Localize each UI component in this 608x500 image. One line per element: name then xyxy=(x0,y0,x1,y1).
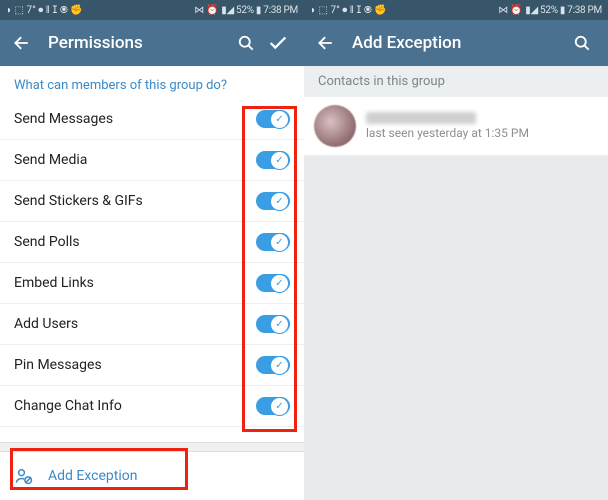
perm-label: Send Stickers & GIFs xyxy=(14,193,256,209)
toggle-send-messages[interactable] xyxy=(256,110,290,128)
perm-stickers[interactable]: Send Stickers & GIFs xyxy=(0,181,304,222)
app-bar: Permissions xyxy=(0,20,304,66)
perm-polls[interactable]: Send Polls xyxy=(0,222,304,263)
perm-label: Add Users xyxy=(14,316,256,332)
toggle-send-media[interactable] xyxy=(256,151,290,169)
perm-label: Change Chat Info xyxy=(14,398,256,414)
status-right-prefix: ⋈ ⏰ xyxy=(194,5,218,16)
add-exception-button[interactable]: Add Exception xyxy=(0,452,304,500)
status-right-text: ▮◢ 52% ▮ 7:38 PM xyxy=(525,5,602,16)
toggle-add-users[interactable] xyxy=(256,315,290,333)
perm-add-users[interactable]: Add Users xyxy=(0,304,304,345)
status-left-icons: ◗ ⬚ 7° ⏺ ‖ ⵊ ⦿ ✊ xyxy=(6,5,83,16)
status-bar: ◗ ⬚ 7° ⏺ ‖ ⵊ ⦿ ✊ ⋈ ⏰ ▮◢ 52% ▮ 7:38 PM xyxy=(304,0,608,20)
toggle-stickers[interactable] xyxy=(256,192,290,210)
back-button[interactable] xyxy=(10,31,34,55)
section-header: What can members of this group do? xyxy=(0,66,304,99)
search-button[interactable] xyxy=(230,33,262,53)
toggle-pin-messages[interactable] xyxy=(256,356,290,374)
status-left-icons: ◗ ⬚ 7° ⏺ ‖ ⵊ ⦿ ✊ xyxy=(310,5,387,16)
perm-embed-links[interactable]: Embed Links xyxy=(0,263,304,304)
perm-pin-messages[interactable]: Pin Messages xyxy=(0,345,304,386)
status-left: ◗ ⬚ 7° ⏺ ‖ ⵊ ⦿ ✊ xyxy=(310,5,387,16)
contact-name-blurred xyxy=(366,112,476,124)
page-title: Permissions xyxy=(48,33,230,53)
status-right: ⋈ ⏰ ▮◢ 52% ▮ 7:38 PM xyxy=(194,5,298,16)
toggle-polls[interactable] xyxy=(256,233,290,251)
toggle-change-chat-info[interactable] xyxy=(256,397,290,415)
perm-send-messages[interactable]: Send Messages xyxy=(0,99,304,140)
permissions-list: Send Messages Send Media Send Stickers &… xyxy=(0,99,304,442)
contact-status: last seen yesterday at 1:35 PM xyxy=(366,126,529,140)
status-bar: ◗ ⬚ 7° ⏺ ‖ ⵊ ⦿ ✊ ⋈ ⏰ ▮◢ 52% ▮ 7:38 PM xyxy=(0,0,304,20)
perm-send-media[interactable]: Send Media xyxy=(0,140,304,181)
perm-label: Send Polls xyxy=(14,234,256,250)
section-gap xyxy=(0,442,304,452)
status-left: ◗ ⬚ 7° ⏺ ‖ ⵊ ⦿ ✊ xyxy=(6,5,83,16)
empty-area xyxy=(304,156,608,500)
confirm-button[interactable] xyxy=(262,32,294,54)
perm-label: Send Media xyxy=(14,152,256,168)
status-right-prefix: ⋈ ⏰ xyxy=(498,5,522,16)
back-button[interactable] xyxy=(314,31,338,55)
permissions-screen: ◗ ⬚ 7° ⏺ ‖ ⵊ ⦿ ✊ ⋈ ⏰ ▮◢ 52% ▮ 7:38 PM Pe… xyxy=(0,0,304,500)
perm-change-chat-info[interactable]: Change Chat Info xyxy=(0,386,304,427)
contact-row[interactable]: last seen yesterday at 1:35 PM xyxy=(304,97,608,156)
status-right: ⋈ ⏰ ▮◢ 52% ▮ 7:38 PM xyxy=(498,5,602,16)
status-right-text: ▮◢ 52% ▮ 7:38 PM xyxy=(221,5,298,16)
avatar xyxy=(314,105,356,147)
contacts-subheader: Contacts in this group xyxy=(304,66,608,97)
toggle-embed-links[interactable] xyxy=(256,274,290,292)
user-block-icon xyxy=(14,466,34,486)
add-exception-screen: ◗ ⬚ 7° ⏺ ‖ ⵊ ⦿ ✊ ⋈ ⏰ ▮◢ 52% ▮ 7:38 PM Ad… xyxy=(304,0,608,500)
perm-label: Send Messages xyxy=(14,111,256,127)
perm-label: Pin Messages xyxy=(14,357,256,373)
search-button[interactable] xyxy=(566,33,598,53)
page-title: Add Exception xyxy=(352,33,566,53)
perm-label: Embed Links xyxy=(14,275,256,291)
add-exception-label: Add Exception xyxy=(48,468,137,484)
app-bar: Add Exception xyxy=(304,20,608,66)
contact-info: last seen yesterday at 1:35 PM xyxy=(366,112,529,140)
